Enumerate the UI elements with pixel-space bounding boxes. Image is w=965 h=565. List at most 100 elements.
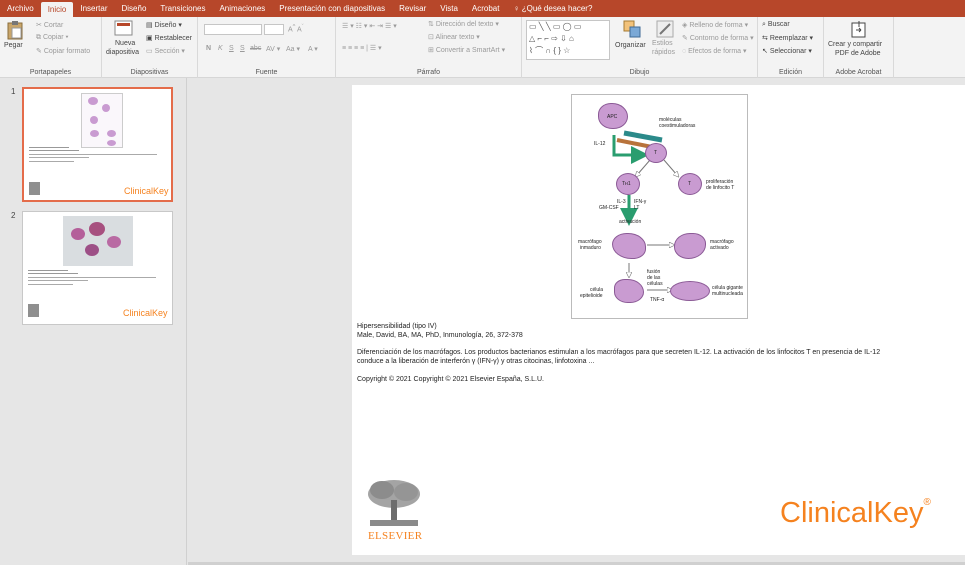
arrange-icon <box>623 20 641 38</box>
thumb1-elsevier-logo <box>29 182 40 195</box>
thumb2-brand: ClinicalKey <box>123 308 168 318</box>
shape-outline-button[interactable]: ✎ Contorno de forma ▾ <box>682 34 754 42</box>
tab-inicio[interactable]: Inicio <box>40 2 74 17</box>
quick-styles-label-2: rápidos <box>652 49 675 56</box>
text-direction-icon: ⇅ <box>428 21 434 28</box>
replace-button[interactable]: ⇆ Reemplazar ▾ <box>762 34 813 42</box>
cursor-icon: ↖ <box>762 48 768 55</box>
font-color-button[interactable]: A ▾ <box>308 45 318 53</box>
find-button[interactable]: ⌕ Buscar <box>762 21 790 29</box>
costim-label-2: coestimuladoras <box>659 123 696 129</box>
font-size-select[interactable] <box>264 24 284 35</box>
shape-fill-button[interactable]: ◈ Relleno de forma ▾ <box>682 21 748 29</box>
select-label: Seleccionar <box>769 48 807 55</box>
shape-effects-button[interactable]: ◌ Efectos de forma ▾ <box>682 47 747 55</box>
reset-button[interactable]: ▣ Restablecer <box>146 34 192 42</box>
thumb2-text-lines <box>28 270 158 285</box>
tab-diseno[interactable]: Diseño <box>115 0 154 17</box>
tab-transiciones[interactable]: Transiciones <box>153 0 212 17</box>
char-spacing-button[interactable]: AV ▾ <box>266 45 280 53</box>
create-pdf-button[interactable]: Crear y compartir PDF de Adobe <box>826 20 892 60</box>
bullets-button[interactable]: ☰ ▾ ☷ ▾ ⇤ ⇥ ☰ ▾ <box>342 22 397 30</box>
tab-animaciones[interactable]: Animaciones <box>212 0 272 17</box>
tell-me-box[interactable]: ♀ ¿Qué desea hacer? <box>506 0 599 17</box>
layout-icon: ▤ <box>146 22 153 29</box>
copy-button[interactable]: ⧉ Copiar ▾ <box>36 34 68 42</box>
epithelioid-label-2: epitelioide <box>580 293 603 299</box>
tab-archivo[interactable]: Archivo <box>0 0 41 17</box>
underline-label: S <box>229 45 234 52</box>
underline-button[interactable]: S <box>229 45 234 52</box>
new-slide-icon <box>114 20 133 36</box>
smartart-button[interactable]: ⊞ Convertir a SmartArt ▾ <box>428 46 505 54</box>
acrobat-group: Crear y compartir PDF de Adobe Adobe Acr… <box>824 17 894 78</box>
t2-label: T <box>688 181 692 187</box>
align-buttons[interactable]: ≡ ≡ ≡ ≡ | ☰ ▾ <box>342 44 382 52</box>
font-group-label: Fuente <box>255 69 278 76</box>
apc-label: APC <box>607 114 618 120</box>
tab-acrobat[interactable]: Acrobat <box>465 0 507 17</box>
editing-group: ⌕ Buscar ⇆ Reemplazar ▾ ↖ Seleccionar ▾ … <box>758 17 824 78</box>
pdf-share-icon <box>851 21 866 38</box>
th1-label: Tн1 <box>622 181 631 187</box>
paint-bucket-icon: ◈ <box>682 22 688 29</box>
replace-label: Reemplazar <box>769 35 808 42</box>
tab-insertar[interactable]: Insertar <box>73 0 114 17</box>
tab-presentacion[interactable]: Presentación con diapositivas <box>272 0 392 17</box>
quick-styles-label-1: Estilos <box>652 40 673 47</box>
bold-button[interactable]: N <box>206 45 211 52</box>
drawing-group: ▭ ╲ ╲ ▭ ◯ ▭ △ ⌐ ⌐ ⇨ ⇩ ⌂ ⌇ ⌒ ∩ { } ☆ Organi… <box>522 17 758 78</box>
new-slide-label-2: diapositiva <box>106 49 140 56</box>
shadow-button[interactable]: S <box>240 45 245 52</box>
tnf-label: TNF-α <box>650 297 665 303</box>
paste-button[interactable]: Pegar <box>4 20 26 60</box>
create-pdf-label-1: Crear y compartir <box>828 41 883 48</box>
clipboard-group: Pegar ✂ Cortar ⧉ Copiar ▾ ✎ Copiar forma… <box>0 17 102 78</box>
pen-icon: ✎ <box>682 35 688 42</box>
align-text-button[interactable]: ⊡ Alinear texto ▾ <box>428 33 480 41</box>
arrange-label: Organizar <box>615 42 646 49</box>
font-name-select[interactable] <box>204 24 262 35</box>
search-icon: ⌕ <box>762 21 766 28</box>
gmcsf-label: GM-CSF <box>599 205 619 211</box>
reset-label: Restablecer <box>154 35 192 42</box>
layout-button[interactable]: ▤ Diseño ▾ <box>146 21 182 29</box>
fusion-label-3: células <box>647 281 663 287</box>
slide-citation: Male, David, BA, MA, PhD, Inmunología, 2… <box>357 332 523 339</box>
lt-label: LT <box>634 205 640 211</box>
section-label: Sección <box>154 48 180 55</box>
slide-title: Hipersensibilidad (tipo IV) <box>357 323 437 330</box>
elsevier-wordmark: ELSEVIER <box>368 530 423 542</box>
ribbon: Pegar ✂ Cortar ⧉ Copiar ▾ ✎ Copiar forma… <box>0 17 965 78</box>
strikethrough-button[interactable]: abc <box>250 45 261 52</box>
text-direction-label: Dirección del texto <box>435 21 494 28</box>
immature-label-2: inmaduro <box>580 245 601 251</box>
brush-icon: ✎ <box>36 48 42 55</box>
slide-thumbnail-1[interactable]: ClinicalKey <box>22 87 173 202</box>
t-label: T <box>654 150 658 156</box>
tab-vista[interactable]: Vista <box>433 0 465 17</box>
change-case-button[interactable]: Aa ▾ <box>286 45 300 53</box>
new-slide-button[interactable]: Nueva diapositiva <box>106 20 142 60</box>
italic-label: K <box>218 45 223 52</box>
arrange-button[interactable]: Organizar <box>615 20 649 60</box>
section-button[interactable]: ▭ Sección ▾ <box>146 47 185 55</box>
select-button[interactable]: ↖ Seleccionar ▾ <box>762 47 812 55</box>
slide-thumbnail-2[interactable]: ClinicalKey <box>22 211 173 325</box>
thumb2-elsevier-logo <box>28 304 39 317</box>
shapes-gallery[interactable]: ▭ ╲ ╲ ▭ ◯ ▭ △ ⌐ ⌐ ⇨ ⇩ ⌂ ⌇ ⌒ ∩ { } ☆ <box>526 20 610 60</box>
align-text-icon: ⊡ <box>428 34 434 41</box>
thumb1-brand: ClinicalKey <box>124 186 169 196</box>
text-direction-button[interactable]: ⇅ Dirección del texto ▾ <box>428 20 499 28</box>
bold-label: N <box>206 45 212 52</box>
cut-button[interactable]: ✂ Cortar <box>36 21 63 29</box>
shadow-label: S <box>240 45 245 52</box>
format-painter-button[interactable]: ✎ Copiar formato <box>36 47 90 55</box>
tab-revisar[interactable]: Revisar <box>392 0 433 17</box>
grow-font-button[interactable]: A^ Aˇ <box>288 24 304 33</box>
slide-description-line-1: Diferenciación de los macrófagos. Los pr… <box>357 349 881 356</box>
elsevier-tree-logo <box>368 480 420 526</box>
effects-icon: ◌ <box>682 48 687 55</box>
italic-button[interactable]: K <box>218 45 223 52</box>
quick-styles-button[interactable]: Estilos rápidos <box>650 20 680 60</box>
